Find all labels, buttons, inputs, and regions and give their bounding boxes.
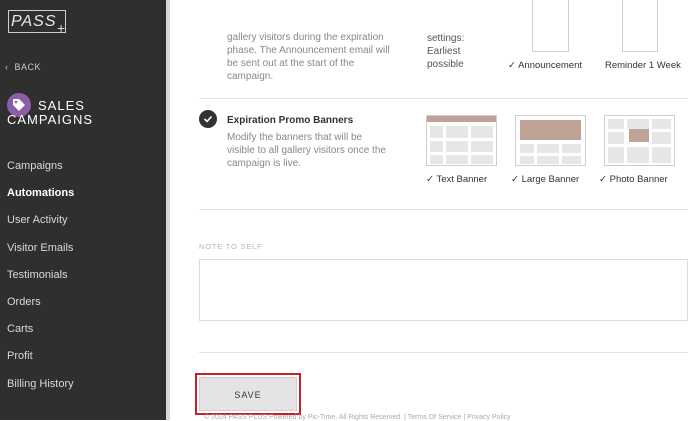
promo-title: Expiration Promo Banners xyxy=(227,115,354,126)
photo-banner-thumbnail[interactable] xyxy=(604,115,675,166)
promo-description: Modify the banners that will be visible … xyxy=(227,131,386,170)
text-banner-label: Text Banner xyxy=(436,174,488,185)
sidebar: PASS + ‹ BACK SALES CAMPAIGNS Campaigns A… xyxy=(0,0,166,420)
checkmark-icon: ✓ xyxy=(426,174,434,185)
promo-desc-line: campaign is live. xyxy=(227,158,301,169)
sidebar-item-orders[interactable]: Orders xyxy=(0,289,166,316)
settings-line: settings: xyxy=(427,33,465,44)
promo-check-icon[interactable] xyxy=(199,110,217,128)
chevron-left-icon: ‹ xyxy=(5,62,9,72)
sidebar-item-profit[interactable]: Profit xyxy=(0,343,166,370)
large-banner-option[interactable]: ✓ Large Banner xyxy=(511,174,579,185)
sidebar-item-campaigns[interactable]: Campaigns xyxy=(0,153,166,180)
announcement-option[interactable]: ✓ Announcement xyxy=(508,60,582,71)
section-divider xyxy=(199,352,688,353)
phase-description: gallery visitors during the expiration p… xyxy=(227,31,390,83)
photo-banner-label: Photo Banner xyxy=(609,174,668,185)
large-banner-thumbnail[interactable] xyxy=(515,115,586,166)
logo-plus: + xyxy=(57,20,66,36)
announcement-label: Announcement xyxy=(518,60,583,71)
sidebar-nav: Campaigns Automations User Activity Visi… xyxy=(0,153,166,398)
phase-desc-line: campaign. xyxy=(227,71,274,82)
logo-text: PASS xyxy=(11,13,57,30)
sidebar-item-testimonials[interactable]: Testimonials xyxy=(0,262,166,289)
phase-desc-line: phase. The Announcement email will xyxy=(227,45,390,56)
checkmark-icon: ✓ xyxy=(511,174,519,185)
sidebar-item-user-activity[interactable]: User Activity xyxy=(0,207,166,234)
reminder-label: Reminder 1 Week xyxy=(605,60,681,71)
sidebar-item-automations[interactable]: Automations xyxy=(0,180,166,207)
section-divider xyxy=(199,209,688,210)
sidebar-item-carts[interactable]: Carts xyxy=(0,316,166,343)
phase-desc-line: gallery visitors during the expiration xyxy=(227,32,384,43)
checkmark-icon: ✓ xyxy=(508,60,516,71)
announcement-email-thumbnail[interactable] xyxy=(532,0,569,52)
section-title: SALES CAMPAIGNS xyxy=(7,99,93,127)
back-link[interactable]: ‹ BACK xyxy=(5,62,41,72)
settings-line: possible xyxy=(427,59,464,70)
phase-settings: settings: Earliest possible xyxy=(427,32,464,71)
settings-line: Earliest xyxy=(427,46,461,57)
large-banner-label: Large Banner xyxy=(521,174,580,185)
back-label: BACK xyxy=(14,62,42,72)
text-banner-preview xyxy=(427,116,496,164)
reminder-email-thumbnail[interactable] xyxy=(622,0,658,52)
sidebar-item-billing-history[interactable]: Billing History xyxy=(0,371,166,398)
photo-banner-preview xyxy=(608,119,671,163)
note-textarea[interactable] xyxy=(199,259,688,321)
section-divider xyxy=(199,98,688,99)
main-content: gallery visitors during the expiration p… xyxy=(170,0,688,421)
text-banner-thumbnail[interactable] xyxy=(426,115,497,166)
section-title-line2: CAMPAIGNS xyxy=(7,112,94,127)
phase-desc-line: be sent out at the start of the xyxy=(227,58,355,69)
reminder-option[interactable]: Reminder 1 Week xyxy=(605,60,681,71)
section-title-line1: SALES xyxy=(38,98,85,113)
checkmark-icon: ✓ xyxy=(599,174,607,185)
promo-desc-line: visible to all gallery visitors once the xyxy=(227,145,386,156)
text-banner-option[interactable]: ✓ Text Banner xyxy=(426,174,487,185)
promo-desc-line: Modify the banners that will be xyxy=(227,132,363,143)
photo-banner-option[interactable]: ✓ Photo Banner xyxy=(599,174,668,185)
sidebar-item-visitor-emails[interactable]: Visitor Emails xyxy=(0,235,166,262)
large-banner-preview xyxy=(520,120,581,164)
save-button[interactable]: SAVE xyxy=(199,377,297,411)
note-label: NOTE TO SELF xyxy=(199,242,263,251)
